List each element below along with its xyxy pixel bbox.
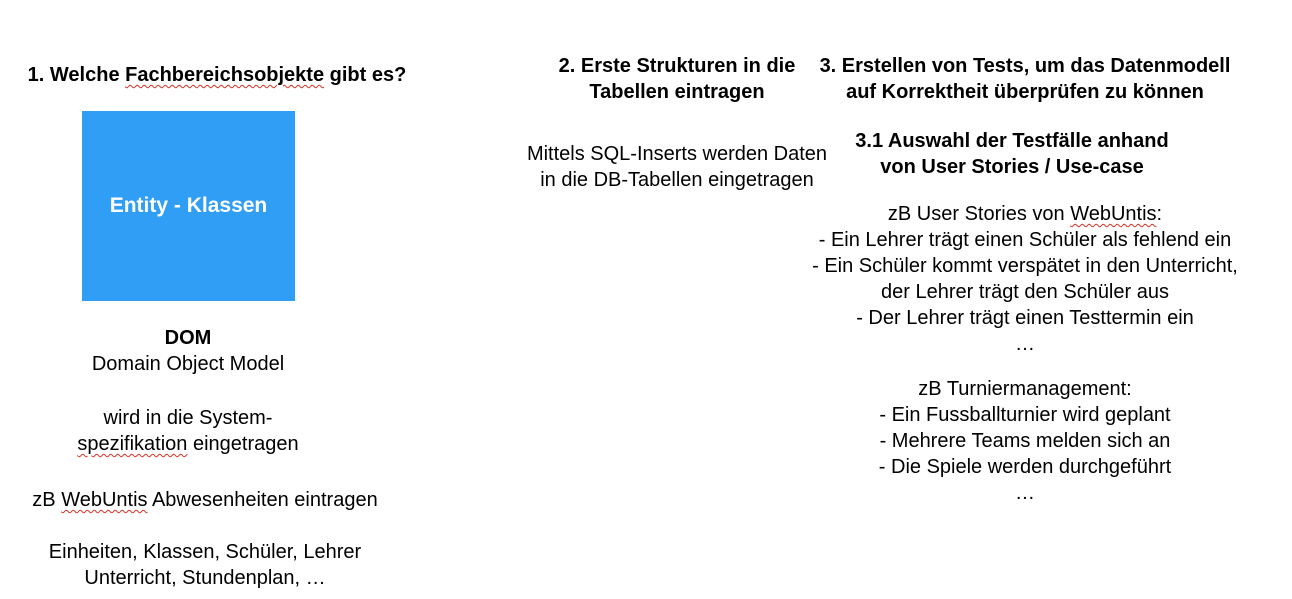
tournament-user-stories: zB Turniermanagement: - Ein Fussballturn… [770,376,1280,506]
turnier-story: - Die Spiele werden durchgeführt [878,456,1172,478]
entity-classes-box: Entity - Klassen [82,111,295,301]
spec-flagged-word: spezifikation [77,433,188,455]
example-rest: Abwesenheiten eintragen [147,489,378,511]
column1-heading-flagged-word: Fachbereichsobjekte [125,64,325,86]
entity-box-label: Entity - Klassen [109,194,268,217]
turnier-story: - Ein Fussballturnier wird geplant [879,404,1171,426]
column3-sub-line-2: von User Stories / Use-case [880,156,1144,178]
column3-heading: 3. Erstellen von Tests, um das Datenmode… [800,53,1250,105]
turnier-ellipsis: … [1015,482,1035,504]
column1-heading: 1. Welche Fachbereichsobjekte gibt es? [0,62,434,88]
column3-heading-line-1: 3. Erstellen von Tests, um das Datenmode… [819,55,1231,77]
spec-line-1: wird in die System- [103,407,273,429]
webuntis-intro: zB User Stories von WebUntis: [770,201,1280,227]
column3-heading-line-2: auf Korrektheit überprüfen zu können [846,81,1204,103]
column3-subheading: 3.1 Auswahl der Testfälle anhand von Use… [800,128,1224,180]
webuntis-intro-suffix: : [1156,203,1163,225]
webuntis-story: - Ein Lehrer trägt einen Schüler als feh… [818,229,1232,251]
spec-line-2: spezifikation eingetragen [38,431,338,457]
webuntis-ellipsis: … [1015,333,1035,355]
webuntis-intro-prefix: zB User Stories von [887,203,1071,225]
webuntis-story: - Ein Schüler kommt verspätet in den Unt… [812,255,1238,277]
spec-line-2-rest: eingetragen [187,433,299,455]
column1-heading-prefix: 1. Welche [27,64,126,86]
example-flagged-word: WebUntis [61,489,148,511]
turnier-intro: zB Turniermanagement: [918,378,1132,400]
turnier-story: - Mehrere Teams melden sich an [879,430,1171,452]
dom-block: DOM Domain Object Model [38,325,338,377]
webuntis-intro-flagged-word: WebUntis [1070,203,1157,225]
example-prefix: zB [32,489,62,511]
webuntis-story: - Der Lehrer trägt einen Testtermin ein [856,307,1194,329]
entity-list-block: Einheiten, Klassen, Schüler, Lehrer Unte… [0,539,410,591]
webuntis-example: zB WebUntis Abwesenheiten eintragen [0,487,410,513]
entities-line-2: Unterricht, Stundenplan, … [84,567,326,589]
system-spec-block: wird in die System- spezifikation einget… [38,405,338,457]
webuntis-user-stories: zB User Stories von WebUntis: - Ein Lehr… [770,201,1280,357]
dom-title: DOM [164,327,212,349]
webuntis-story: der Lehrer trägt den Schüler aus [881,281,1169,303]
entities-line-1: Einheiten, Klassen, Schüler, Lehrer [48,541,362,563]
column3-sub-line-1: 3.1 Auswahl der Testfälle anhand [855,130,1169,152]
dom-subtitle: Domain Object Model [91,353,285,375]
column1-heading-suffix: gibt es? [324,64,407,86]
